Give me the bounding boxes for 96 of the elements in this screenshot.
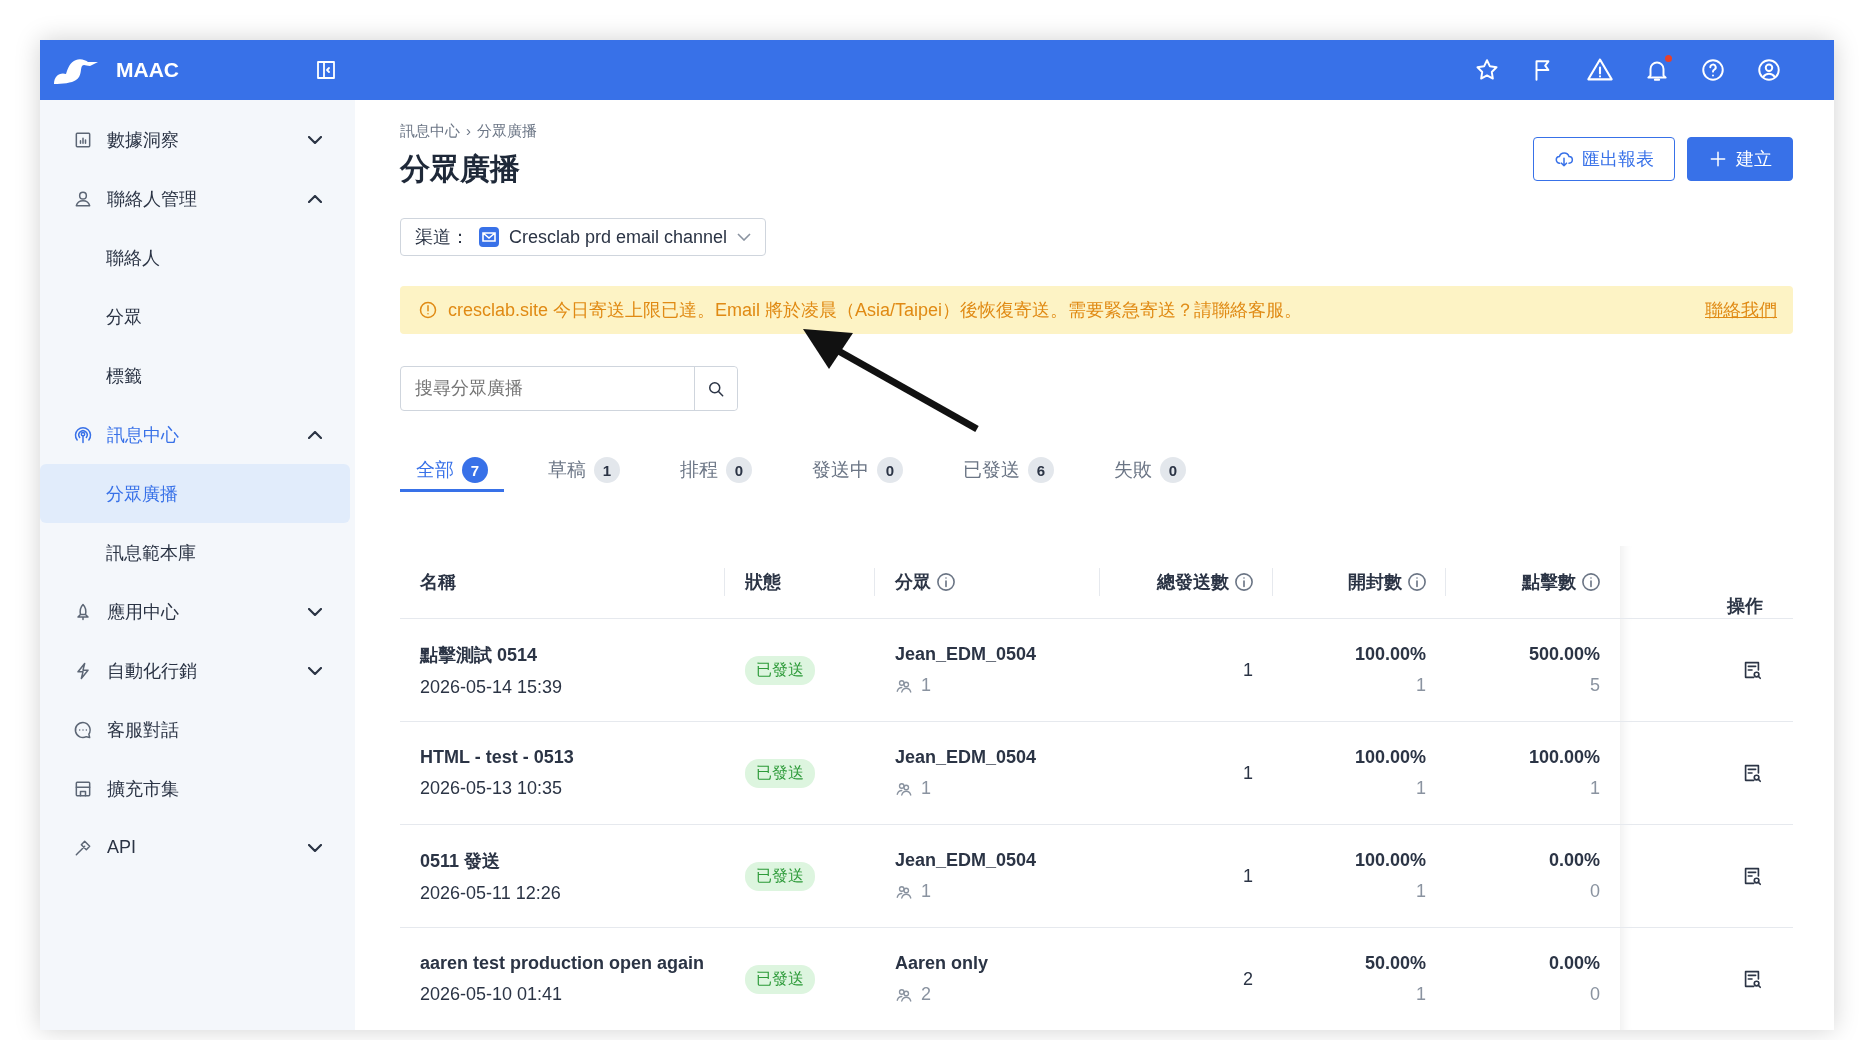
total-sent: 1: [1243, 659, 1253, 681]
banner-message: cresclab.site 今日寄送上限已達。Email 將於凌晨（Asia/Taipei）後恢復寄送。需要緊急寄送？請聯絡客服。: [448, 299, 1304, 322]
create-button[interactable]: 建立: [1687, 137, 1793, 181]
alert-circle-icon: [418, 300, 438, 320]
total-sent: 1: [1243, 865, 1253, 887]
breadcrumb-item[interactable]: 分眾廣播: [477, 122, 537, 141]
chevron-down-icon: [737, 233, 752, 241]
broadcast-name: HTML - test - 0513: [420, 747, 575, 768]
filter-tab[interactable]: 發送中 0: [796, 457, 919, 492]
broadcast-name: aaren test production open again: [420, 953, 705, 974]
brand-name: MAAC: [116, 58, 179, 82]
column-header: 開封數: [1348, 571, 1402, 594]
segment-count: 2: [921, 984, 931, 1005]
count-badge: 1: [594, 457, 620, 483]
export-button[interactable]: 匯出報表: [1533, 137, 1675, 181]
open-rate: 100.00%: [1354, 747, 1426, 768]
segment-count: 1: [921, 881, 931, 902]
segment-name: Jean_EDM_0504: [895, 850, 1038, 871]
mail-icon: [479, 227, 499, 247]
filter-tab[interactable]: 排程 0: [664, 457, 768, 492]
collapse-sidebar-button[interactable]: [314, 58, 338, 82]
click-rate: 0.00%: [1548, 850, 1600, 871]
column-header: 狀態: [745, 571, 781, 594]
breadcrumb-separator: ›: [466, 122, 471, 141]
column-header: 名稱: [420, 571, 456, 594]
sidebar-item[interactable]: 聯絡人管理: [40, 169, 350, 228]
help-icon: [1700, 57, 1726, 83]
segment-count: 1: [921, 675, 931, 696]
sidebar-item[interactable]: 客服對話: [40, 700, 350, 759]
panel-icon: [314, 58, 338, 82]
count-badge: 0: [1160, 457, 1186, 483]
account-button[interactable]: [1756, 57, 1782, 83]
filter-tab[interactable]: 失敗 0: [1098, 457, 1202, 492]
broadcast-name: 點擊測試 0514: [420, 643, 539, 667]
broadcast-time: 2026-05-10 01:41: [420, 984, 564, 1005]
count-badge: 7: [462, 457, 488, 483]
cloud-download-icon: [1554, 149, 1574, 169]
sidebar-item[interactable]: 標籤: [40, 346, 350, 405]
broadcast-icon: [73, 424, 93, 445]
total-sent: 1: [1243, 762, 1253, 784]
segment-name: Jean_EDM_0504: [895, 747, 1038, 768]
click-count: 0: [1590, 984, 1600, 1005]
filter-tab[interactable]: 草稿 1: [532, 457, 636, 492]
status-badge: 已發送: [745, 861, 815, 891]
broadcast-time: 2026-05-11 12:26: [420, 882, 562, 904]
status-badge: 已發送: [745, 758, 815, 788]
plus-icon: [1708, 149, 1728, 169]
user-circle-icon: [1756, 57, 1782, 83]
sidebar-item[interactable]: 分眾廣播: [40, 464, 350, 523]
sidebar-item[interactable]: 數據洞察: [40, 110, 350, 169]
open-rate: 100.00%: [1354, 644, 1426, 665]
open-rate: 100.00%: [1354, 850, 1426, 871]
segment-name: Jean_EDM_0504: [895, 644, 1038, 665]
click-count: 5: [1590, 675, 1600, 696]
page-title: 分眾廣播: [400, 151, 520, 187]
broadcast-name: 0511 發送: [420, 849, 502, 873]
chat-icon: [73, 719, 93, 740]
filter-tab[interactable]: 已發送 6: [947, 457, 1070, 492]
sidebar-item[interactable]: 訊息範本庫: [40, 523, 350, 582]
search-field[interactable]: 搜尋分眾廣播: [400, 366, 738, 411]
column-header: 點擊數: [1522, 571, 1576, 594]
channel-select[interactable]: 渠道： Cresclab prd email channel: [400, 218, 767, 256]
segment-name: Aaren only: [895, 953, 990, 974]
broadcast-time: 2026-05-14 15:39: [420, 676, 564, 698]
sidebar-item[interactable]: 擴充市集: [40, 759, 350, 818]
total-sent: 2: [1243, 968, 1253, 990]
click-rate: 500.00%: [1528, 644, 1600, 665]
open-count: 1: [1416, 984, 1426, 1005]
click-rate: 0.00%: [1548, 953, 1600, 974]
sidebar-item[interactable]: 訊息中心: [40, 405, 350, 464]
count-badge: 0: [877, 457, 903, 483]
status-badge: 已發送: [745, 655, 815, 685]
open-count: 1: [1416, 778, 1426, 799]
sidebar-item[interactable]: 自動化行銷: [40, 641, 350, 700]
open-count: 1: [1416, 675, 1426, 696]
open-rate: 50.00%: [1364, 953, 1426, 974]
breadcrumb-item[interactable]: 訊息中心: [400, 122, 460, 141]
click-count: 0: [1590, 881, 1600, 902]
filter-tab[interactable]: 全部 7: [400, 457, 504, 492]
count-badge: 0: [726, 457, 752, 483]
click-rate: 100.00%: [1528, 747, 1600, 768]
click-count: 1: [1590, 778, 1600, 799]
status-badge: 已發送: [745, 964, 815, 994]
sidebar-item[interactable]: 分眾: [40, 287, 350, 346]
open-count: 1: [1416, 881, 1426, 902]
column-header: 分眾: [895, 571, 931, 594]
column-header: 操作: [1727, 595, 1763, 618]
sidebar-item[interactable]: 應用中心: [40, 582, 350, 641]
sidebar-item[interactable]: 聯絡人: [40, 228, 350, 287]
segment-count: 1: [921, 778, 931, 799]
column-header: 總發送數: [1157, 571, 1229, 594]
count-badge: 6: [1028, 457, 1054, 483]
help-button[interactable]: [1700, 57, 1726, 83]
notifications-button[interactable]: [1644, 57, 1670, 83]
broadcast-time: 2026-05-13 10:35: [420, 778, 564, 799]
sidebar-item[interactable]: API: [40, 818, 350, 877]
